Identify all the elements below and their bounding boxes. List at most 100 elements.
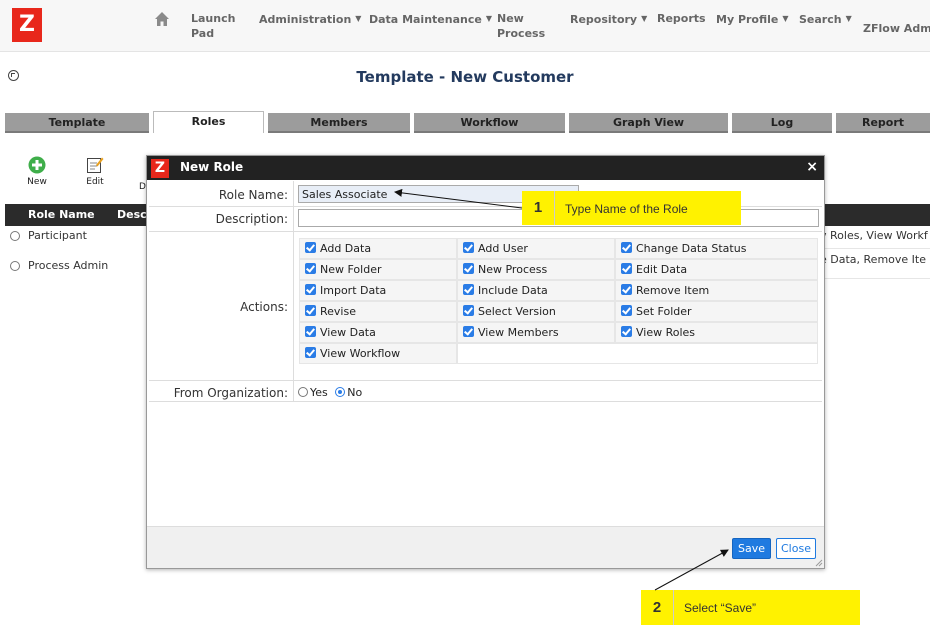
row-select-radio[interactable] (10, 231, 20, 241)
from-organization-radio-group: Yes No (298, 386, 362, 399)
action-checkbox-include-data[interactable]: Include Data (457, 280, 615, 301)
description-label: Description: (215, 212, 288, 226)
nav-data-maintenance[interactable]: Data Maintenance ▼ (369, 11, 492, 27)
chevron-down-icon: ▼ (485, 14, 492, 23)
checkbox-checked-icon (621, 263, 632, 274)
home-icon[interactable] (154, 11, 170, 27)
action-label: Add Data (320, 242, 372, 255)
chevron-down-icon: ▼ (355, 14, 362, 23)
action-label: Remove Item (636, 284, 710, 297)
tab-template[interactable]: Template (5, 113, 149, 133)
nav-repository-label: Repository (570, 13, 638, 26)
action-checkbox-view-data[interactable]: View Data (299, 322, 457, 343)
action-checkbox-view-members[interactable]: View Members (457, 322, 615, 343)
action-checkbox-revise[interactable]: Revise (299, 301, 457, 322)
callout-1-number: 1 (522, 191, 555, 225)
save-button[interactable]: Save (732, 538, 772, 559)
nav-repository[interactable]: Repository ▼ (570, 11, 647, 27)
action-checkbox-remove-item[interactable]: Remove Item (615, 280, 818, 301)
divider (149, 401, 822, 402)
tab-members[interactable]: Members (268, 113, 410, 133)
close-button[interactable]: Close (776, 538, 816, 559)
action-checkbox-edit-data[interactable]: Edit Data (615, 259, 818, 280)
action-label: Add User (478, 242, 528, 255)
role-name-cell: Participant (28, 229, 87, 242)
role-name-cell: Process Admin (28, 259, 109, 272)
nav-my-profile-label: My Profile (716, 13, 779, 26)
role-name-label: Role Name: (218, 188, 288, 202)
tab-workflow[interactable]: Workflow (414, 113, 565, 133)
tab-bar: Template Roles Members Workflow Graph Vi… (0, 111, 930, 133)
column-header-description[interactable]: Desc (117, 208, 147, 221)
nav-reports[interactable]: Reports (657, 11, 706, 26)
nav-launch-pad[interactable]: Launch Pad (191, 11, 235, 41)
column-header-role-name[interactable]: Role Name (28, 208, 95, 221)
nav-search-label: Search (799, 13, 842, 26)
radio-yes-label: Yes (310, 386, 328, 399)
action-checkbox-import-data[interactable]: Import Data (299, 280, 457, 301)
checkbox-checked-icon (305, 305, 316, 316)
action-checkbox-new-process[interactable]: New Process (457, 259, 615, 280)
nav-search[interactable]: Search ▼ (799, 11, 852, 27)
dialog-header: Z New Role × (147, 156, 824, 180)
checkbox-checked-icon (621, 326, 632, 337)
checkbox-checked-icon (305, 263, 316, 274)
action-checkbox-change-data-status[interactable]: Change Data Status (615, 238, 818, 259)
radio-no[interactable]: No (335, 386, 362, 399)
callout-2-text: Select “Save” (684, 601, 757, 615)
tab-graph-view[interactable]: Graph View (569, 113, 728, 133)
edit-button-label: Edit (86, 177, 104, 187)
action-label: Select Version (478, 305, 556, 318)
radio-yes[interactable]: Yes (298, 386, 328, 399)
dialog-logo: Z (151, 159, 169, 178)
checkbox-checked-icon (621, 284, 632, 295)
nav-launch-pad-label: Launch Pad (191, 12, 236, 40)
checkbox-checked-icon (305, 347, 316, 358)
checkbox-checked-icon (463, 242, 474, 253)
new-button[interactable]: New (17, 156, 57, 187)
action-checkbox-add-user[interactable]: Add User (457, 238, 615, 259)
edit-icon (87, 157, 104, 173)
action-label: Edit Data (636, 263, 688, 276)
divider (293, 181, 294, 401)
action-label: Revise (320, 305, 356, 318)
tab-log[interactable]: Log (732, 113, 832, 133)
action-checkbox-view-roles[interactable]: View Roles (615, 322, 818, 343)
nav-data-maintenance-label: Data Maintenance (369, 13, 482, 26)
nav-user-menu[interactable]: ZFlow Admi (863, 21, 930, 36)
action-label: Include Data (478, 284, 548, 297)
tab-roles[interactable]: Roles (153, 111, 264, 133)
row-select-radio[interactable] (10, 261, 20, 271)
action-label: New Process (478, 263, 548, 276)
tab-report[interactable]: Report (836, 113, 930, 133)
action-checkbox-select-version[interactable]: Select Version (457, 301, 615, 322)
add-circle-icon (28, 156, 46, 174)
edit-button[interactable]: Edit (75, 156, 115, 187)
action-label: View Data (320, 326, 376, 339)
dialog-title: New Role (180, 160, 244, 174)
delete-button-label: D (139, 182, 146, 192)
actions-label: Actions: (240, 300, 288, 314)
checkbox-checked-icon (463, 263, 474, 274)
nav-new-process[interactable]: New Process (497, 11, 545, 41)
action-checkbox-set-folder[interactable]: Set Folder (615, 301, 818, 322)
resize-handle-icon[interactable] (815, 559, 823, 567)
new-button-label: New (27, 177, 47, 187)
action-empty-cell (457, 343, 818, 364)
callout-1-text: Type Name of the Role (565, 202, 688, 216)
checkbox-checked-icon (621, 242, 632, 253)
action-checkbox-add-data[interactable]: Add Data (299, 238, 457, 259)
divider (149, 231, 822, 232)
app-logo[interactable]: Z (12, 8, 42, 42)
action-checkbox-view-workflow[interactable]: View Workflow (299, 343, 457, 364)
nav-administration[interactable]: Administration ▼ (259, 11, 361, 27)
nav-my-profile[interactable]: My Profile ▼ (716, 11, 789, 27)
close-icon[interactable]: × (806, 159, 818, 175)
action-label: Set Folder (636, 305, 692, 318)
actions-cell: e Data, Remove Ite (820, 252, 930, 279)
action-checkbox-new-folder[interactable]: New Folder (299, 259, 457, 280)
nav-reports-label: Reports (657, 12, 706, 25)
checkbox-checked-icon (305, 284, 316, 295)
callout-2-number: 2 (641, 590, 674, 625)
nav-administration-label: Administration (259, 13, 352, 26)
